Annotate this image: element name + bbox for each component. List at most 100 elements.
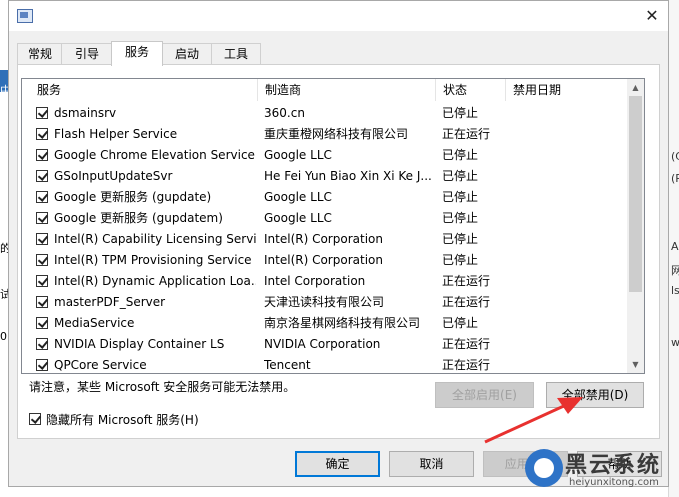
service-name: Flash Helper Service (54, 127, 178, 141)
table-row[interactable]: Intel(R) Dynamic Application Loa... Inte… (22, 271, 622, 292)
service-disable-date (512, 334, 622, 355)
service-name: masterPDF_Server (54, 295, 166, 309)
service-checkbox[interactable] (36, 212, 48, 224)
service-checkbox[interactable] (36, 359, 48, 371)
service-status: 已停止 (442, 232, 479, 246)
list-header: 服务 制造商 状态 禁用日期 (22, 79, 622, 101)
table-row[interactable]: masterPDF_Server 天津迅读科技有限公司 正在运行 (22, 292, 622, 313)
tab-boot[interactable]: 引导 (61, 43, 113, 65)
service-checkbox[interactable] (36, 191, 48, 203)
column-header-manufacturer[interactable]: 制造商 (258, 79, 436, 101)
service-status: 已停止 (442, 169, 479, 183)
service-manufacturer: He Fei Yun Biao Xin Xi Ke J... (264, 169, 432, 183)
service-disable-date (512, 187, 622, 208)
watermark-title: 黑云系统 (565, 453, 662, 478)
enable-all-button[interactable]: 全部启用(E) (435, 382, 534, 408)
service-status: 已停止 (442, 190, 479, 204)
tab-services[interactable]: 服务 (111, 41, 163, 66)
tab-tools[interactable]: 工具 (211, 43, 261, 65)
table-row[interactable]: Google 更新服务 (gupdatem) Google LLC 已停止 (22, 208, 622, 229)
service-manufacturer: 南京洛星棋网络科技有限公司 (264, 316, 421, 330)
table-row[interactable]: MediaService 南京洛星棋网络科技有限公司 已停止 (22, 313, 622, 334)
tab-startup[interactable]: 启动 (161, 43, 213, 65)
checkbox-checked-icon[interactable] (29, 413, 41, 425)
service-manufacturer: Google LLC (264, 148, 332, 162)
watermark-url: heiyunxitong.com (569, 477, 659, 488)
table-row[interactable]: Intel(R) Capability Licensing Servi... I… (22, 229, 622, 250)
hide-microsoft-services-label: 隐藏所有 Microsoft 服务(H) (46, 413, 199, 427)
scrollbar-thumb[interactable] (629, 96, 642, 292)
column-header-disable-date[interactable]: 禁用日期 (506, 79, 622, 101)
service-name: NVIDIA Display Container LS (54, 337, 225, 351)
service-status: 已停止 (442, 253, 479, 267)
close-button[interactable]: ✕ (640, 4, 664, 28)
service-status: 正在运行 (442, 358, 491, 372)
services-list[interactable]: 服务 制造商 状态 禁用日期 dsmainsrv 360.cn 已停止 Flas… (21, 78, 645, 374)
service-checkbox[interactable] (36, 338, 48, 350)
service-name: Intel(R) Dynamic Application Loa... (54, 274, 256, 288)
service-disable-date (512, 355, 622, 373)
table-row[interactable]: QPCore Service Tencent 正在运行 (22, 355, 622, 373)
service-manufacturer: 重庆重橙网络科技有限公司 (264, 127, 409, 141)
table-row[interactable]: Google Chrome Elevation Service Google L… (22, 145, 622, 166)
bg-right-text-1: (C (671, 150, 679, 163)
service-manufacturer: Google LLC (264, 211, 332, 225)
table-row[interactable]: dsmainsrv 360.cn 已停止 (22, 103, 622, 124)
service-checkbox[interactable] (36, 128, 48, 140)
security-services-note: 请注意，某些 Microsoft 安全服务可能无法禁用。 (29, 380, 296, 394)
scroll-up-arrow-icon[interactable]: ▲ (627, 79, 644, 96)
service-name: Intel(R) TPM Provisioning Service (54, 253, 252, 267)
service-name: GSoInputUpdateSvr (54, 169, 173, 183)
service-name: Intel(R) Capability Licensing Servi... (54, 232, 256, 246)
table-row[interactable]: Intel(R) TPM Provisioning Service Intel(… (22, 250, 622, 271)
service-disable-date (512, 124, 622, 145)
service-checkbox[interactable] (36, 254, 48, 266)
table-row[interactable]: Flash Helper Service 重庆重橙网络科技有限公司 正在运行 (22, 124, 622, 145)
service-status: 已停止 (442, 148, 479, 162)
table-row[interactable]: GSoInputUpdateSvr He Fei Yun Biao Xin Xi… (22, 166, 622, 187)
scroll-down-arrow-icon[interactable]: ▼ (627, 356, 644, 373)
service-checkbox[interactable] (36, 233, 48, 245)
service-manufacturer: Intel(R) Corporation (264, 253, 383, 267)
service-manufacturer: Intel Corporation (264, 274, 366, 288)
service-name: Google Chrome Elevation Service (54, 148, 255, 162)
bg-right-text-4: 网 (671, 264, 679, 277)
heiyun-logo-icon (525, 449, 563, 487)
service-checkbox[interactable] (36, 296, 48, 308)
service-disable-date (512, 103, 622, 124)
service-checkbox[interactable] (36, 149, 48, 161)
background-window-right: (C (R Al 网 ls w (668, 0, 679, 497)
bg-right-text-2: (R (671, 172, 679, 185)
service-status: 正在运行 (442, 127, 491, 141)
service-name: MediaService (54, 316, 135, 330)
table-row[interactable]: NVIDIA Display Container LS NVIDIA Corpo… (22, 334, 622, 355)
service-disable-date (512, 271, 622, 292)
bg-right-text-3: Al (671, 240, 679, 253)
service-disable-date (512, 229, 622, 250)
msconfig-app-icon (17, 9, 33, 23)
disable-all-button[interactable]: 全部禁用(D) (546, 382, 644, 408)
service-status: 已停止 (442, 316, 479, 330)
cancel-button[interactable]: 取消 (389, 451, 474, 477)
service-disable-date (512, 313, 622, 334)
column-header-status[interactable]: 状态 (436, 79, 506, 101)
service-checkbox[interactable] (36, 170, 48, 182)
tab-general[interactable]: 常规 (17, 43, 63, 65)
bg-right-text-5: ls (671, 284, 679, 297)
service-name: Google 更新服务 (gupdate) (54, 190, 212, 204)
service-name: dsmainsrv (54, 106, 117, 120)
service-checkbox[interactable] (36, 107, 48, 119)
service-name: QPCore Service (54, 358, 147, 372)
vertical-scrollbar[interactable]: ▲ ▼ (627, 79, 644, 373)
watermark: 黑云系统 heiyunxitong.com (525, 447, 675, 495)
service-manufacturer: Intel(R) Corporation (264, 232, 383, 246)
ok-button[interactable]: 确定 (295, 451, 380, 477)
service-status: 已停止 (442, 106, 479, 120)
service-checkbox[interactable] (36, 275, 48, 287)
table-row[interactable]: Google 更新服务 (gupdate) Google LLC 已停止 (22, 187, 622, 208)
service-checkbox[interactable] (36, 317, 48, 329)
service-manufacturer: 360.cn (264, 106, 305, 120)
column-header-service[interactable]: 服务 (30, 79, 258, 101)
service-name: Google 更新服务 (gupdatem) (54, 211, 223, 225)
service-manufacturer: Tencent (264, 358, 311, 372)
